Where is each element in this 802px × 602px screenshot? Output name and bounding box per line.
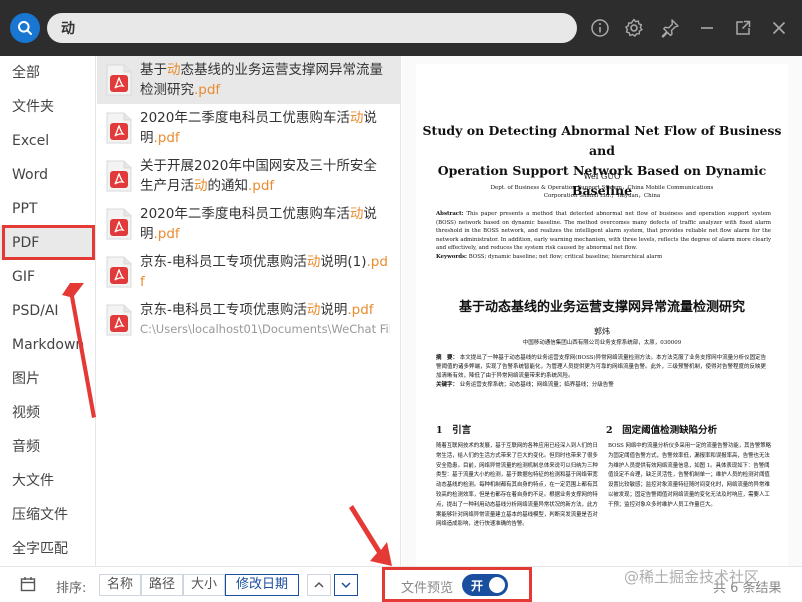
watermark: @稀土掘金技术社区 <box>624 568 760 586</box>
annotation-arrow <box>62 283 96 418</box>
annotation-arrow <box>349 505 392 566</box>
annotation-arrows <box>62 283 392 566</box>
